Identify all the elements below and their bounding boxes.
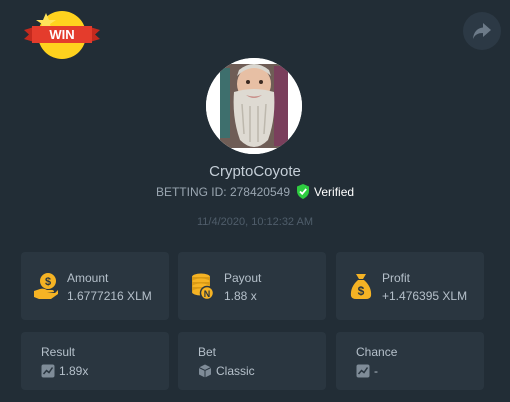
betting-id-line: BETTING ID: 278420549 Verified [0,184,510,199]
amount-card: $ Amount 1.6777216 XLM [21,252,169,320]
verified-label: Verified [314,184,355,199]
chance-label: Chance [356,345,398,359]
share-icon [473,23,491,39]
username: CryptoCoyote [209,163,301,180]
amount-value: 1.6777216 XLM [67,289,152,303]
shield-check-icon [297,184,310,199]
amount-label: Amount [67,271,109,285]
bet-value: Classic [216,364,255,378]
bet-timestamp: 11/4/2020, 10:12:32 AM [197,216,313,228]
chance-value: - [374,364,378,378]
profit-card: $ Profit +1.476395 XLM [336,252,484,320]
result-label: Result [41,345,76,359]
bet-label: Bet [198,345,217,359]
payout-card: N Payout 1.88 x [178,252,326,320]
result-value: 1.89x [59,364,89,378]
avatar-photo [206,58,302,154]
chance-card: Chance - [336,332,484,390]
bet-card: Bet Classic [178,332,326,390]
svg-text:$: $ [45,276,51,288]
profit-label: Profit [382,271,411,285]
payout-label: Payout [224,271,262,285]
result-card: Result 1.89x [21,332,169,390]
avatar [206,58,302,154]
dice-chart-icon [41,364,55,378]
profit-value: +1.476395 XLM [382,289,468,303]
svg-text:N: N [204,289,211,299]
win-badge: WIN [22,8,102,60]
cube-icon [198,364,212,378]
dice-chart-icon [356,364,370,378]
money-hand-icon: $ [34,273,58,299]
share-button[interactable] [463,12,501,50]
payout-value: 1.88 x [224,289,257,303]
coin-stack-icon: N [192,273,215,300]
svg-text:$: $ [358,284,365,298]
win-badge-label: WIN [49,27,74,42]
money-bag-icon: $ [350,274,372,299]
betting-id: BETTING ID: 278420549 [155,184,291,199]
win-badge-graphic: WIN [24,11,100,59]
verified-badge: Verified [296,184,354,199]
